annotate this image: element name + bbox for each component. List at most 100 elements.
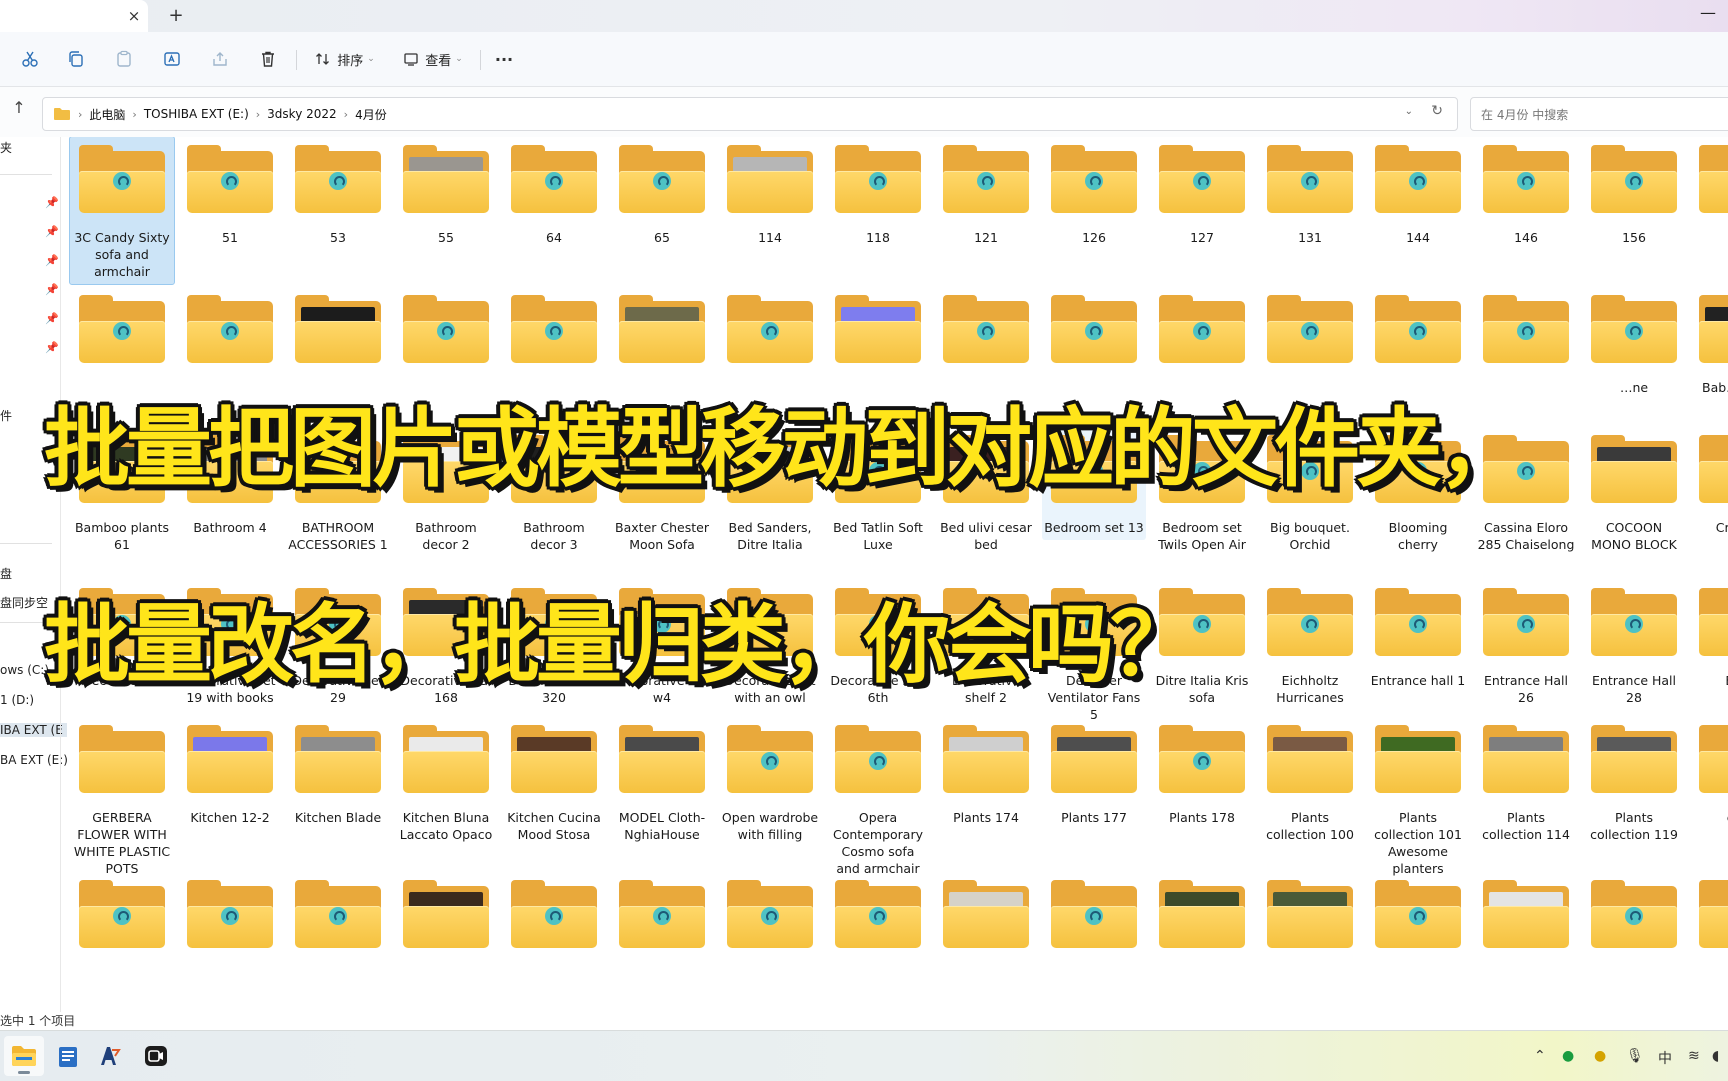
folder-item[interactable]: Plants 178 [1150,717,1254,830]
folder-item[interactable] [502,287,606,383]
folder-item[interactable] [1150,872,1254,968]
folder-item[interactable]: Plants 177 [1042,717,1146,830]
folder-item[interactable]: col… [1690,717,1728,830]
copy-button[interactable] [62,45,90,73]
minimize-button[interactable]: — [1694,4,1722,26]
folder-item[interactable]: Plants collection 101 Awesome planters [1366,717,1470,881]
wechat-icon[interactable]: ● [1562,1048,1574,1064]
breadcrumb-this-pc[interactable]: 此电脑 [89,106,125,123]
folder-item[interactable]: MODEL Cloth-NghiaHouse [610,717,714,847]
folder-item[interactable]: 121 [934,137,1038,250]
folder-item[interactable] [610,872,714,968]
folder-item[interactable]: Plants 174 [934,717,1038,830]
refresh-icon[interactable]: ↻ [1431,103,1443,119]
folder-item[interactable] [70,872,174,968]
folder-item[interactable]: 55 [394,137,498,250]
folder-item[interactable]: 3C Candy Sixty sofa and armchair [69,137,175,285]
folder-item[interactable]: Open wardrobe with filling [718,717,822,847]
folder-item[interactable]: Cr… D… [1690,427,1728,540]
folder-item[interactable]: 127 [1150,137,1254,250]
chevron-down-icon[interactable]: ⌄ [1405,106,1413,117]
folder-item[interactable] [1690,872,1728,968]
taskbar-recorder[interactable] [136,1036,176,1076]
wifi-icon[interactable]: ≋ [1688,1048,1700,1064]
folder-item[interactable]: 144 [1366,137,1470,250]
folder-item[interactable] [1690,137,1728,233]
folder-item[interactable]: Kitchen 12-2 [178,717,282,830]
microphone-icon[interactable]: 🎙 [1626,1048,1644,1064]
paste-button[interactable] [110,45,138,73]
folder-item[interactable] [826,287,930,383]
folder-item[interactable] [826,872,930,968]
nav-item-toshiba[interactable]: BA EXT (E:) [0,753,68,767]
folder-item[interactable] [1474,287,1578,383]
folder-item[interactable] [70,287,174,383]
folder-item[interactable] [286,872,390,968]
breadcrumb-3dsky[interactable]: 3dsky 2022 [267,107,336,121]
folder-item[interactable] [394,287,498,383]
folder-item[interactable] [1150,287,1254,383]
pin-icon[interactable]: 📌 [45,254,59,267]
folder-item[interactable]: Entrance Hall 26 [1474,580,1578,710]
folder-item[interactable] [1258,872,1362,968]
more-options-button[interactable]: ··· [490,45,518,73]
folder-item[interactable] [1366,287,1470,383]
pin-icon[interactable]: 📌 [45,225,59,238]
folder-item[interactable]: Entrance hall 1 [1366,580,1470,693]
folder-item[interactable] [1042,872,1146,968]
folder-item[interactable]: Kitchen Cucina Mood Stosa [502,717,606,847]
folder-item[interactable] [1366,872,1470,968]
folder-item[interactable]: Entrance Hall 28 [1582,580,1686,710]
share-button[interactable] [206,45,234,73]
folder-item[interactable]: GERBERA FLOWER WITH WHITE PLASTIC POTS [70,717,174,881]
sort-button[interactable]: 排序 ⌄ [310,45,380,73]
folder-item[interactable]: 53 [286,137,390,250]
folder-item[interactable] [502,872,606,968]
folder-item[interactable]: Bab… by P… [1690,287,1728,400]
folder-item[interactable]: 131 [1258,137,1362,250]
nav-item-files[interactable]: 件 [0,407,12,424]
nav-item-sync[interactable]: 盘同步空 [0,594,48,611]
tab-current[interactable]: × [0,0,148,32]
folder-item[interactable] [394,872,498,968]
folder-item[interactable] [718,872,822,968]
folder-item[interactable]: 114 [718,137,822,250]
folder-item[interactable]: 146 [1474,137,1578,250]
nav-item-windows-c[interactable]: ows (C:) [0,663,49,677]
taskbar-notepad[interactable] [48,1036,88,1076]
folder-item[interactable]: Plants collection 114 [1474,717,1578,847]
chevron-up-icon[interactable]: ⌃ [1534,1048,1546,1064]
folder-item[interactable]: 51 [178,137,282,250]
folder-item[interactable] [934,872,1038,968]
folder-item[interactable]: 64 [502,137,606,250]
folder-item[interactable] [1042,287,1146,383]
folder-item[interactable]: Kitchen Bluna Laccato Opaco [394,717,498,847]
pin-icon[interactable]: 📌 [45,312,59,325]
nav-item-d[interactable]: 1 (D:) [0,693,34,707]
nav-item-quick-access[interactable]: 夹 [0,139,12,156]
taskbar-file-explorer[interactable] [4,1036,44,1076]
folder-item[interactable]: 118 [826,137,930,250]
folder-item[interactable]: COCOON MONO BLOCK [1582,427,1686,557]
up-arrow-icon[interactable]: ↑ [8,97,30,119]
folder-item[interactable] [1582,872,1686,968]
new-tab-icon[interactable]: + [166,6,186,26]
delete-button[interactable] [254,45,282,73]
search-input[interactable]: 在 4月份 中搜索 [1470,97,1728,131]
folder-item[interactable]: Ent… [1690,580,1728,693]
folder-item[interactable] [1258,287,1362,383]
folder-item[interactable] [934,287,1038,383]
pin-icon[interactable]: 📌 [45,283,59,296]
folder-item[interactable] [178,287,282,383]
close-tab-icon[interactable]: × [124,6,144,26]
folder-item[interactable] [718,287,822,383]
folder-item[interactable]: Kitchen Blade [286,717,390,830]
pin-icon[interactable]: 📌 [45,196,59,209]
address-bar[interactable]: › 此电脑 › TOSHIBA EXT (E:) › 3dsky 2022 › … [42,97,1458,131]
taskbar-app[interactable] [90,1036,130,1076]
ime-indicator[interactable]: 中 [1658,1048,1672,1068]
folder-item[interactable]: Eichholtz Hurricanes [1258,580,1362,710]
cut-button[interactable] [16,45,44,73]
folder-item[interactable]: …ne [1582,287,1686,400]
folder-item[interactable]: Opera Contemporary Cosmo sofa and armcha… [826,717,930,881]
